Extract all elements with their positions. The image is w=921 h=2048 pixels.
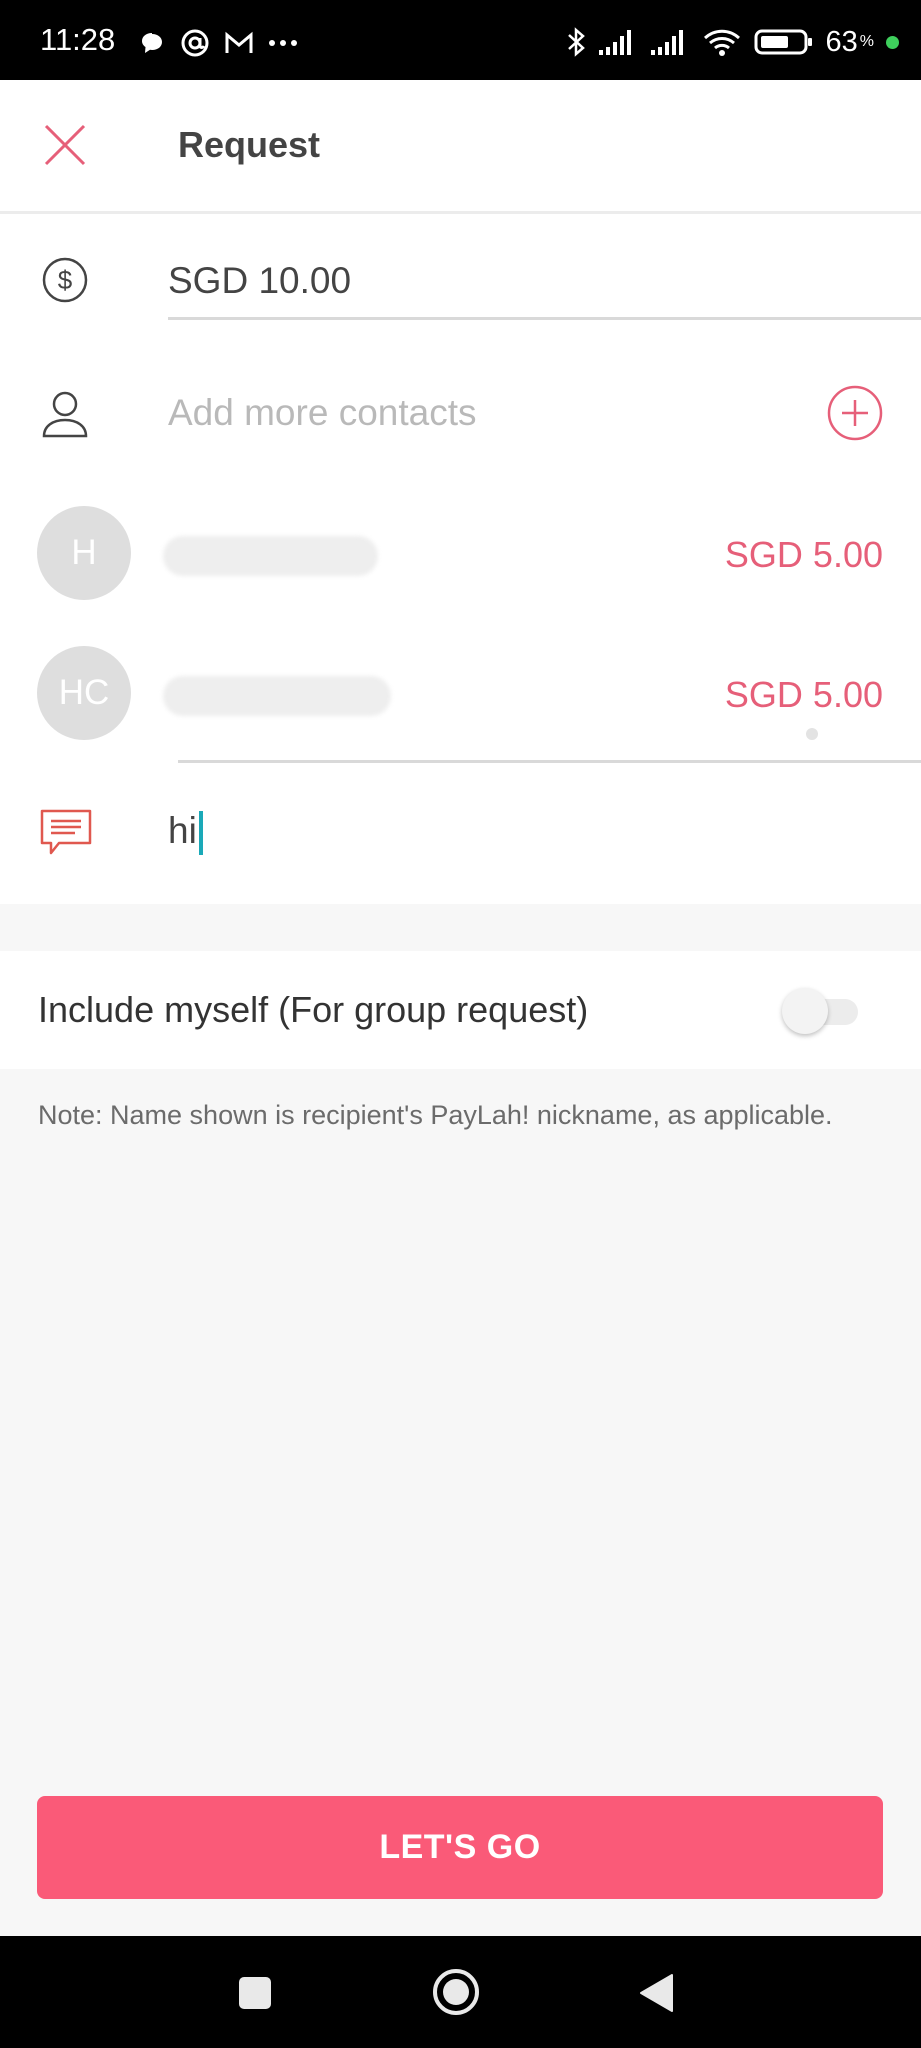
contact-amount[interactable]: SGD 5.00: [725, 534, 883, 576]
system-icons: 63 %: [566, 24, 899, 60]
battery-percent-unit: %: [859, 33, 874, 50]
nickname-note: Note: Name shown is recipient's PayLah! …: [38, 1100, 833, 1130]
avatar: HC: [37, 646, 131, 740]
home-icon[interactable]: [432, 1968, 480, 2016]
svg-text:$: $: [58, 265, 73, 295]
include-myself-toggle[interactable]: [782, 988, 858, 1034]
person-icon: [42, 391, 88, 438]
dot-indicator: [806, 728, 818, 740]
message-text: hi: [168, 810, 197, 851]
close-icon[interactable]: [42, 122, 88, 168]
more-dots-icon: [269, 40, 297, 46]
signal-icon: [598, 30, 631, 55]
contact-name-redacted: [163, 676, 391, 716]
battery-icon: [754, 29, 812, 55]
page-title: Request: [178, 124, 321, 165]
text-caret: [198, 811, 203, 856]
at-icon: [181, 29, 209, 57]
contact-name-redacted: [163, 536, 378, 576]
status-time: 11:28: [40, 22, 116, 57]
status-bar: 11:28 63 %: [0, 0, 921, 80]
back-icon[interactable]: [638, 1973, 674, 2013]
include-myself-row: Include myself (For group request): [0, 951, 921, 1069]
add-contact-icon[interactable]: [826, 384, 884, 442]
battery-percent: 63: [825, 25, 858, 58]
notification-icons: [138, 26, 298, 60]
message-input[interactable]: hi: [168, 810, 203, 856]
header: Request: [0, 80, 921, 214]
lets-go-button[interactable]: LET'S GO: [37, 1796, 883, 1899]
recent-apps-icon[interactable]: [238, 1976, 272, 2010]
green-dot-icon: [886, 35, 899, 49]
toggle-thumb: [782, 988, 828, 1034]
message-icon: [40, 809, 92, 855]
bluetooth-icon: [567, 27, 585, 57]
dollar-icon: $: [42, 257, 88, 303]
chat-bubble-icon: [142, 33, 162, 53]
contact-row[interactable]: H SGD 5.00: [0, 500, 921, 610]
divider: [178, 760, 921, 763]
request-form: $ SGD 10.00 Add more contacts H SGD 5.00…: [0, 214, 921, 904]
amount-input[interactable]: [168, 250, 921, 320]
gmail-icon: [225, 31, 253, 53]
contact-amount[interactable]: SGD 5.00: [725, 674, 883, 716]
add-contacts-input[interactable]: Add more contacts: [168, 392, 476, 434]
wifi-icon: [703, 29, 740, 56]
system-nav-bar: [0, 1936, 921, 2048]
include-myself-label: Include myself (For group request): [38, 989, 589, 1030]
avatar: H: [37, 506, 131, 600]
contact-row[interactable]: HC SGD 5.00: [0, 640, 921, 750]
signal-icon: [650, 30, 683, 55]
